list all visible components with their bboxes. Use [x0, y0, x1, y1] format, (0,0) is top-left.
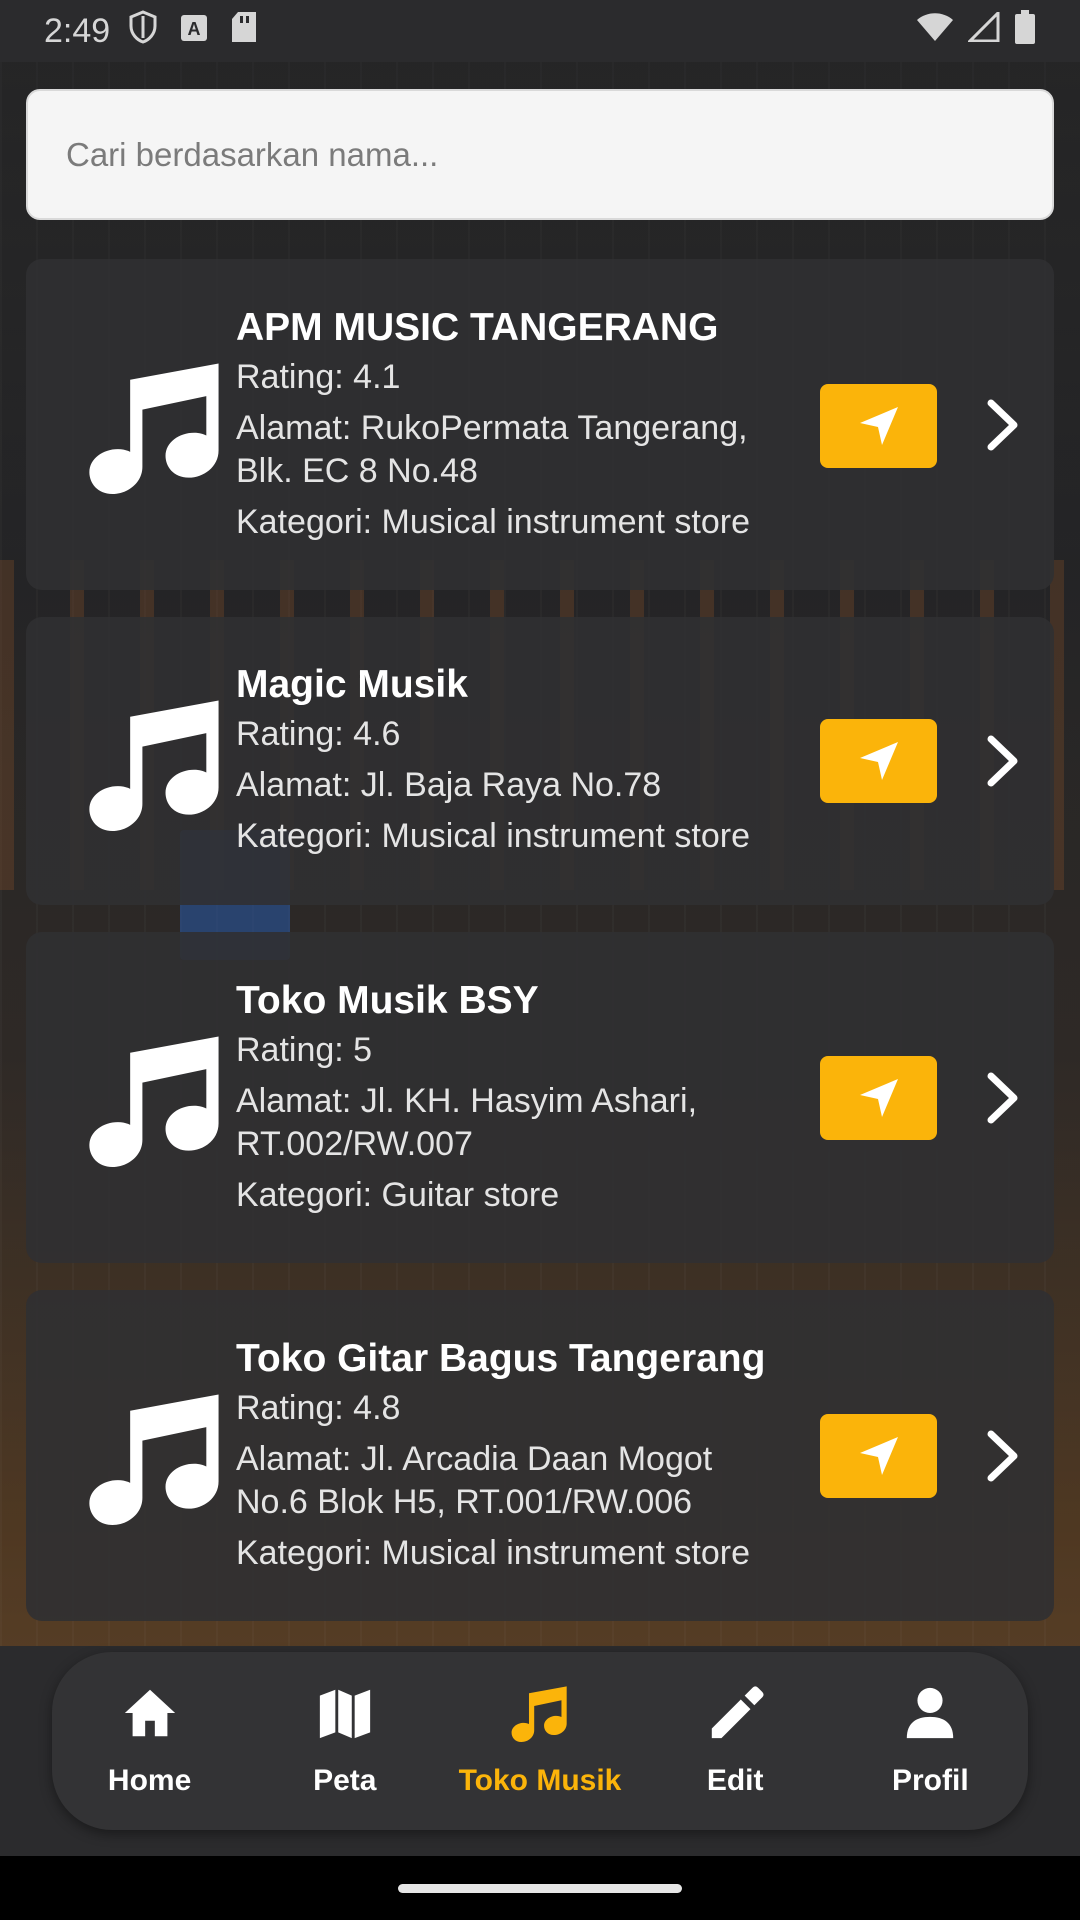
- store-address-line2: No.6 Blok H5, RT.001/RW.006: [236, 1483, 693, 1521]
- nav-item-toko-musik[interactable]: Toko Musik: [448, 1684, 632, 1798]
- nav-item-profil[interactable]: Profil: [838, 1684, 1022, 1798]
- a-icon: A: [180, 12, 208, 51]
- svg-text:A: A: [188, 19, 201, 39]
- music-note-icon: [89, 700, 219, 831]
- search-box[interactable]: [26, 89, 1054, 220]
- navigate-button[interactable]: [820, 384, 937, 468]
- store-category: Kategori: Musical instrument store: [236, 503, 750, 541]
- chevron-right-icon[interactable]: [976, 1426, 1026, 1486]
- nav-label-home: Home: [107, 1764, 192, 1797]
- music-note-icon: [511, 1686, 567, 1742]
- navigate-button[interactable]: [820, 719, 937, 803]
- music-note-icon: [89, 1394, 219, 1525]
- bottom-nav: Home Peta Toko Musik Edit Profil: [52, 1652, 1028, 1830]
- store-category: Kategori: Guitar store: [236, 1176, 560, 1214]
- sd-card-icon: [230, 11, 258, 52]
- search-input[interactable]: [66, 135, 1014, 174]
- store-address: Alamat: Jl. Arcadia Daan Mogot: [236, 1440, 713, 1478]
- chevron-right-icon[interactable]: [976, 1068, 1026, 1128]
- store-info: Magic Musik Rating: 4.6 Alamat: Jl. Baja…: [236, 661, 836, 866]
- navigation-arrow-icon: [859, 407, 898, 445]
- store-card[interactable]: Magic Musik Rating: 4.6 Alamat: Jl. Baja…: [26, 617, 1054, 905]
- store-info: APM MUSIC TANGERANG Rating: 4.1 Alamat: …: [236, 304, 836, 552]
- nav-item-peta[interactable]: Peta: [253, 1684, 437, 1798]
- battery-icon: [1014, 9, 1036, 53]
- store-name: Toko Musik BSY: [236, 979, 539, 1022]
- navigation-arrow-icon: [859, 1437, 898, 1475]
- store-name: Magic Musik: [236, 663, 468, 706]
- store-info: Toko Musik BSY Rating: 5 Alamat: Jl. KH.…: [236, 977, 836, 1225]
- navigate-button[interactable]: [820, 1056, 937, 1140]
- chevron-right-icon[interactable]: [976, 395, 1026, 455]
- store-name: APM MUSIC TANGERANG: [236, 306, 719, 349]
- store-category: Kategori: Musical instrument store: [236, 817, 750, 855]
- store-card[interactable]: Toko Musik BSY Rating: 5 Alamat: Jl. KH.…: [26, 932, 1054, 1263]
- store-rating: Rating: 4.6: [236, 715, 401, 753]
- wifi-icon: [916, 12, 954, 51]
- store-address: Alamat: Jl. KH. Hasyim Ashari,: [236, 1082, 698, 1120]
- store-rating: Rating: 5: [236, 1031, 373, 1069]
- store-card[interactable]: APM MUSIC TANGERANG Rating: 4.1 Alamat: …: [26, 259, 1054, 590]
- store-address-line2: Blk. EC 8 No.48: [236, 452, 478, 490]
- nav-item-edit[interactable]: Edit: [643, 1684, 827, 1798]
- navigate-button[interactable]: [820, 1414, 937, 1498]
- nav-label-profil: Profil: [892, 1764, 969, 1797]
- music-note-icon: [89, 1036, 219, 1167]
- person-icon: [907, 1687, 954, 1739]
- nav-item-home[interactable]: Home: [58, 1684, 242, 1798]
- store-name: Toko Gitar Bagus Tangerang: [236, 1337, 766, 1380]
- store-category: Kategori: Musical instrument store: [236, 1534, 750, 1572]
- nav-label-edit: Edit: [706, 1764, 764, 1797]
- store-address-line2: RT.002/RW.007: [236, 1125, 473, 1163]
- chevron-right-icon[interactable]: [976, 731, 1026, 791]
- nav-label-toko-musik: Toko Musik: [458, 1764, 622, 1797]
- map-icon: [319, 1689, 370, 1739]
- store-rating: Rating: 4.1: [236, 358, 401, 396]
- navigation-arrow-icon: [859, 1079, 898, 1117]
- store-address: Alamat: RukoPermata Tangerang,: [236, 409, 748, 447]
- shield-icon: [128, 9, 158, 53]
- store-rating: Rating: 4.8: [236, 1389, 401, 1427]
- music-note-icon: [89, 363, 219, 494]
- status-bar: 2:49 A: [0, 0, 1080, 62]
- nav-label-peta: Peta: [313, 1764, 377, 1797]
- store-address: Alamat: Jl. Baja Raya No.78: [236, 766, 662, 804]
- cell-signal-icon: [966, 8, 1000, 51]
- navigation-arrow-icon: [859, 742, 898, 780]
- home-icon: [124, 1689, 175, 1737]
- pencil-icon: [711, 1686, 764, 1739]
- store-card[interactable]: Toko Gitar Bagus Tangerang Rating: 4.8 A…: [26, 1290, 1054, 1621]
- status-time: 2:49: [44, 11, 111, 50]
- home-gesture-handle[interactable]: [398, 1884, 682, 1893]
- store-info: Toko Gitar Bagus Tangerang Rating: 4.8 A…: [236, 1335, 836, 1583]
